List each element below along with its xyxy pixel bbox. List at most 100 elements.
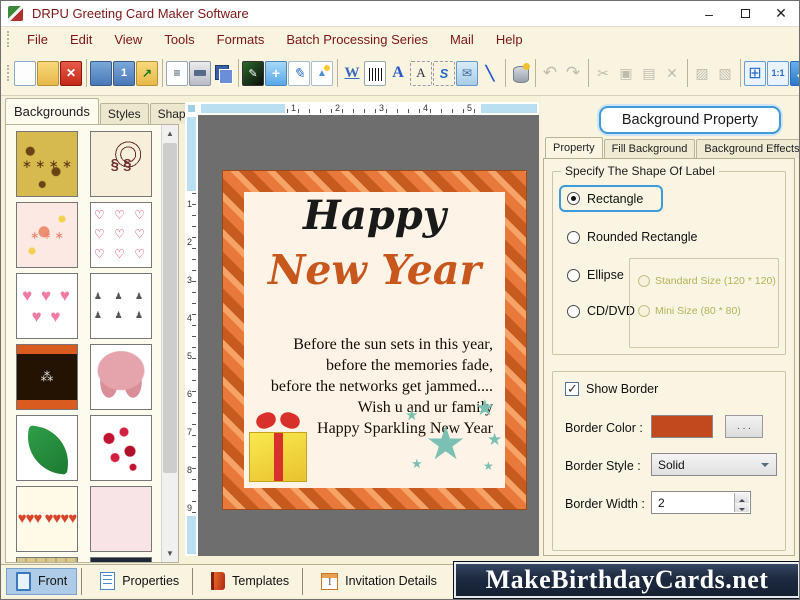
thumbnail-hearts-collage[interactable]: ♥♥♥ ♥♥♥♥: [16, 486, 78, 552]
thumbnail-gold-floral[interactable]: ∗ ∗ ∗ ∗: [16, 131, 78, 197]
line-tool-icon[interactable]: ╲: [479, 61, 501, 86]
new-document-icon[interactable]: [14, 61, 36, 86]
menu-edit[interactable]: Edit: [59, 32, 103, 47]
thumbnail-rose-petals[interactable]: [90, 415, 152, 481]
signature-icon[interactable]: S: [433, 61, 455, 86]
card-title-line2[interactable]: New Year: [244, 246, 505, 294]
open-file-icon[interactable]: [37, 61, 59, 86]
radio-rectangle[interactable]: Rectangle: [559, 185, 663, 212]
canvas-workspace[interactable]: Happy New Year Before the sun sets in th…: [198, 115, 539, 556]
thumbnail-leaf-elephant[interactable]: [16, 415, 78, 481]
open-folder-icon[interactable]: ↗: [136, 61, 158, 86]
database-icon[interactable]: [509, 61, 531, 86]
menu-formats[interactable]: Formats: [206, 32, 276, 47]
tab-properties[interactable]: Properties: [91, 568, 188, 595]
show-border-checkbox[interactable]: Show Border: [565, 382, 658, 396]
card-title-line1[interactable]: Happy: [244, 192, 505, 239]
mail-icon[interactable]: ✉: [456, 61, 478, 86]
watermark-icon[interactable]: W: [341, 61, 363, 86]
menu-view[interactable]: View: [103, 32, 153, 47]
tab-label: Templates: [232, 574, 289, 588]
thumbnail-navy-roses[interactable]: [90, 557, 152, 562]
close-button[interactable]: ✕: [763, 1, 799, 26]
thumbnail-tribal-ganesha[interactable]: ⁂: [16, 344, 78, 410]
paste-icon[interactable]: ▤: [638, 61, 660, 86]
edit-image-icon[interactable]: ✎: [242, 61, 264, 86]
redo-icon[interactable]: ↷: [562, 61, 584, 86]
radio-ellipse[interactable]: Ellipse: [567, 268, 624, 282]
tab-backgrounds[interactable]: Backgrounds: [5, 98, 99, 124]
radio-cd-dvd[interactable]: CD/DVD: [567, 304, 635, 318]
poem-line: Before the sun sets in this year,: [271, 334, 493, 355]
tab-invitation-details[interactable]: Invitation Details: [312, 568, 446, 595]
ruler-number: 3: [187, 275, 192, 285]
scroll-down-icon[interactable]: ▼: [162, 545, 178, 562]
cut-icon[interactable]: ✂: [592, 61, 614, 86]
tab-fill-background[interactable]: Fill Background: [604, 139, 696, 158]
star-icon: ★: [405, 408, 418, 423]
size-options-group: Standard Size (120 * 120) Mini Size (80 …: [629, 258, 779, 348]
grid-view-icon[interactable]: ⊞: [744, 61, 766, 86]
maximize-button[interactable]: [727, 1, 763, 26]
thumbnail-pink-hearts[interactable]: ♥ ♥ ♥ ♥ ♥: [16, 273, 78, 339]
spinner-down-icon[interactable]: [735, 503, 749, 513]
menu-batch-processing-series[interactable]: Batch Processing Series: [275, 32, 439, 47]
thumbnail-pink-elephant[interactable]: [90, 344, 152, 410]
scrollbar-thumb[interactable]: [163, 143, 177, 473]
actual-size-icon[interactable]: 1:1: [767, 61, 789, 86]
thumbnail-pink-floral[interactable]: ∗ ∗ ∗: [16, 202, 78, 268]
tab-front[interactable]: Front: [6, 568, 77, 595]
menu-help[interactable]: Help: [485, 32, 534, 47]
border-color-browse-button[interactable]: . . .: [725, 415, 763, 438]
stars-icon[interactable]: ★ ★ ★ ★ ★ ★: [403, 396, 503, 486]
makebirthdaycards-banner[interactable]: MakeBirthdayCards.net: [453, 561, 800, 599]
save-as-icon[interactable]: 1: [113, 61, 135, 86]
thumbnail-scrollbar[interactable]: ▲ ▼: [161, 125, 178, 562]
radio-button-icon: [567, 305, 580, 318]
menu-file[interactable]: File: [16, 32, 59, 47]
fit-page-icon[interactable]: ↔: [790, 61, 800, 86]
greeting-card[interactable]: Happy New Year Before the sun sets in th…: [223, 171, 526, 509]
toolbar-separator: [740, 59, 741, 87]
add-image-icon[interactable]: +: [265, 61, 287, 86]
gift-icon[interactable]: [246, 408, 312, 482]
pen-tool-icon[interactable]: ✎: [288, 61, 310, 86]
save-icon[interactable]: [90, 61, 112, 86]
border-color-swatch[interactable]: [651, 415, 713, 438]
border-width-label: Border Width :: [565, 497, 645, 511]
barcode-icon[interactable]: [364, 61, 386, 86]
scroll-up-icon[interactable]: ▲: [162, 125, 178, 142]
menu-tools[interactable]: Tools: [153, 32, 205, 47]
drag-handle[interactable]: [7, 31, 11, 47]
tab-styles[interactable]: Styles: [100, 103, 149, 124]
radio-rounded-rectangle[interactable]: Rounded Rectangle: [567, 230, 698, 244]
menu-mail[interactable]: Mail: [439, 32, 485, 47]
font-style-icon[interactable]: A: [387, 61, 409, 86]
thumbnail-gold-stripe[interactable]: [16, 557, 78, 562]
thumbnail-pink-texture[interactable]: [90, 486, 152, 552]
tab-background-effects[interactable]: Background Effects: [696, 139, 800, 158]
drag-handle[interactable]: [7, 65, 9, 81]
delete-icon[interactable]: ✕: [661, 61, 683, 86]
send-backward-icon[interactable]: ▧: [714, 61, 736, 86]
tab-templates[interactable]: Templates: [202, 568, 298, 595]
spinner-up-icon[interactable]: [735, 493, 749, 503]
tab-property[interactable]: Property: [545, 137, 603, 158]
print-preview-icon[interactable]: ≡: [166, 61, 188, 86]
bring-forward-icon[interactable]: ▨: [691, 61, 713, 86]
minimize-button[interactable]: –: [691, 1, 727, 26]
copy-icon[interactable]: ▣: [615, 61, 637, 86]
thumbnail-heart-outlines[interactable]: ♡ ♡ ♡ ♡ ♡ ♡ ♡ ♡ ♡: [90, 202, 152, 268]
thumbnail-wedding-dancers[interactable]: ♟ ♟ ♟ ♟ ♟ ♟: [90, 273, 152, 339]
border-width-input[interactable]: 2: [651, 491, 751, 514]
card-background[interactable]: Happy New Year Before the sun sets in th…: [244, 192, 505, 488]
undo-icon[interactable]: ↶: [539, 61, 561, 86]
text-art-icon[interactable]: A: [410, 61, 432, 86]
thumbnail-paisley-sketch[interactable]: § §: [90, 131, 152, 197]
border-style-dropdown[interactable]: Solid: [651, 453, 777, 476]
radio-mini-size: Mini Size (80 * 80): [638, 305, 741, 317]
copies-icon[interactable]: [212, 61, 234, 86]
shapes-tool-icon[interactable]: ▲: [311, 61, 333, 86]
close-file-icon[interactable]: ✕: [60, 61, 82, 86]
print-icon[interactable]: [189, 61, 211, 86]
